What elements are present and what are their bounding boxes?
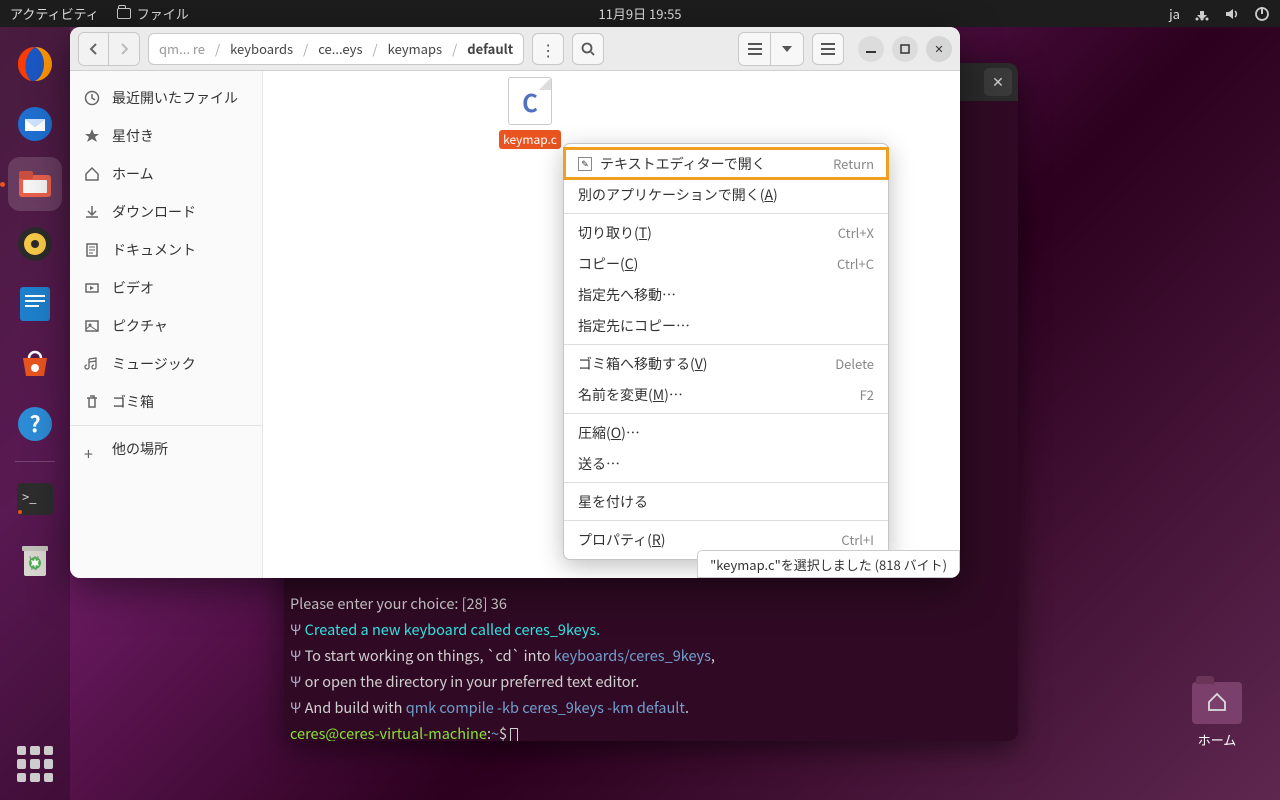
dock-help[interactable]: ? <box>8 397 62 451</box>
network-icon[interactable] <box>1194 6 1210 22</box>
ctx-open-text-editor[interactable]: ✎ テキストエディターで開く Return <box>564 148 888 179</box>
dock-trash[interactable] <box>8 532 62 586</box>
ctx-trash[interactable]: ゴミ箱へ移動する(V)Delete <box>564 348 888 379</box>
sidebar-videos[interactable]: ビデオ <box>70 269 262 307</box>
dock-terminal[interactable]: >_ <box>8 472 62 526</box>
view-list-button[interactable] <box>739 33 771 65</box>
sidebar-home[interactable]: ホーム <box>70 155 262 193</box>
dock-software[interactable] <box>8 337 62 391</box>
volume-icon[interactable] <box>1224 6 1240 22</box>
power-icon[interactable] <box>1254 6 1270 22</box>
sidebar-music[interactable]: ミュージック <box>70 345 262 383</box>
sidebar-pictures[interactable]: ピクチャ <box>70 307 262 345</box>
top-panel: アクティビティ ファイル 11月9日 19:55 ja <box>0 0 1280 27</box>
svg-text:?: ? <box>29 407 40 439</box>
input-language[interactable]: ja <box>1169 4 1180 23</box>
dock-firefox[interactable] <box>8 37 62 91</box>
bc-ceres[interactable]: ce...eys <box>308 34 372 64</box>
home-folder-icon <box>1192 682 1242 724</box>
sidebar-documents[interactable]: ドキュメント <box>70 231 262 269</box>
bc-root[interactable]: qm... re <box>149 34 215 64</box>
dock-writer[interactable] <box>8 277 62 331</box>
sidebar-other-places[interactable]: +他の場所 <box>70 430 262 468</box>
ctx-send-to[interactable]: 送る… <box>564 448 888 479</box>
ctx-compress[interactable]: 圧縮(O)… <box>564 417 888 448</box>
breadcrumb[interactable]: qm... re/ keyboards/ ce...eys/ keymaps/ … <box>148 33 524 65</box>
ctx-rename[interactable]: 名前を変更(M)…F2 <box>564 379 888 410</box>
show-applications[interactable] <box>17 746 53 782</box>
ctx-open-with[interactable]: 別のアプリケーションで開く(A) <box>564 179 888 210</box>
folder-icon <box>117 8 131 19</box>
context-menu: ✎ テキストエディターで開く Return 別のアプリケーションで開く(A) 切… <box>563 143 889 560</box>
clock[interactable]: 11月9日 19:55 <box>598 4 681 23</box>
search-button[interactable] <box>572 33 604 65</box>
ctx-copy[interactable]: コピー(C)Ctrl+C <box>564 248 888 279</box>
ctx-star[interactable]: 星を付ける <box>564 486 888 517</box>
desktop-home-folder[interactable]: ホーム <box>1192 682 1242 749</box>
view-options-button[interactable] <box>771 33 803 65</box>
bc-keyboards[interactable]: keyboards <box>220 34 303 64</box>
file-label: keymap.c <box>499 130 561 149</box>
close-button[interactable]: ✕ <box>926 36 952 62</box>
back-button[interactable] <box>79 33 109 65</box>
path-menu-button[interactable]: ⋮ <box>532 33 564 65</box>
c-file-icon: C <box>508 77 552 125</box>
ctx-move-to[interactable]: 指定先へ移動… <box>564 279 888 310</box>
file-keymap-c[interactable]: C keymap.c <box>499 77 561 149</box>
sidebar-recent[interactable]: 最近開いたファイル <box>70 79 262 117</box>
dock-thunderbird[interactable] <box>8 97 62 151</box>
forward-button[interactable] <box>109 33 139 65</box>
current-app[interactable]: ファイル <box>117 4 189 23</box>
minimize-button[interactable] <box>858 36 884 62</box>
ctx-copy-to[interactable]: 指定先にコピー… <box>564 310 888 341</box>
sidebar: 最近開いたファイル 星付き ホーム ダウンロード ドキュメント ビデオ ピクチャ… <box>70 71 263 578</box>
sidebar-starred[interactable]: 星付き <box>70 117 262 155</box>
dock-separator <box>15 461 55 462</box>
activities-button[interactable]: アクティビティ <box>10 4 99 23</box>
dock-rhythmbox[interactable] <box>8 217 62 271</box>
text-editor-icon: ✎ <box>578 157 592 171</box>
ctx-cut[interactable]: 切り取り(T)Ctrl+X <box>564 217 888 248</box>
sidebar-trash[interactable]: ゴミ箱 <box>70 383 262 421</box>
maximize-button[interactable] <box>892 36 918 62</box>
hamburger-menu[interactable] <box>812 33 844 65</box>
desktop-home-label: ホーム <box>1198 730 1237 749</box>
bc-default[interactable]: default <box>457 34 523 64</box>
status-bar: "keymap.c"を選択しました (818 バイト) <box>697 550 960 578</box>
dock: ? >_ <box>0 27 70 800</box>
bc-keymaps[interactable]: keymaps <box>378 34 452 64</box>
sidebar-downloads[interactable]: ダウンロード <box>70 193 262 231</box>
terminal-close-button[interactable]: ✕ <box>984 68 1012 96</box>
svg-text:>_: >_ <box>22 487 37 506</box>
files-content[interactable]: C keymap.c ✎ テキストエディターで開く Return 別のアプリケー… <box>263 71 960 578</box>
dock-files[interactable] <box>8 157 62 211</box>
files-headerbar: qm... re/ keyboards/ ce...eys/ keymaps/ … <box>70 27 960 71</box>
files-window: qm... re/ keyboards/ ce...eys/ keymaps/ … <box>70 27 960 578</box>
